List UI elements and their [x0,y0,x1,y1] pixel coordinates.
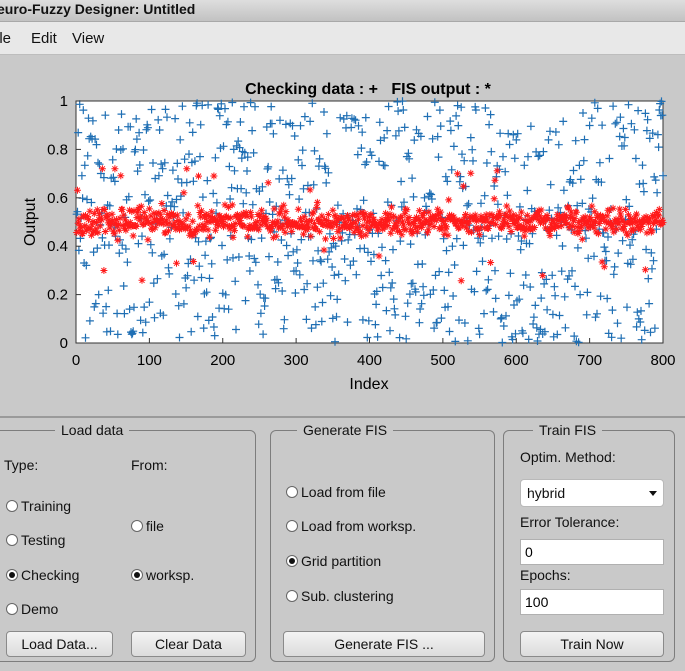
epochs-label: Epochs: [520,567,571,583]
radio-testing[interactable]: Testing [6,532,65,548]
chart-title: Checking data : + FIS output : * [245,81,492,98]
generate-fis-panel: Generate FIS Load from file Load from wo… [270,422,495,662]
menu-view[interactable]: View [72,30,104,47]
y-tick-label: 0.4 [47,238,68,255]
generate-fis-title: Generate FIS [297,422,394,438]
load-data-button[interactable]: Load Data... [6,631,113,657]
radio-checking-indicator [6,569,18,581]
train-fis-title: Train FIS [533,422,603,438]
train-fis-panel: Train FIS Optim. Method: hybrid Error To… [503,422,675,662]
y-tick-label: 1 [60,93,68,110]
optim-method-select[interactable]: hybrid [520,479,664,507]
radio-grid-partition[interactable]: Grid partition [286,553,381,569]
radio-load-from-workspace-label: Load from worksp. [301,518,417,534]
load-data-panel: Load data Type: From: Training Testing C… [0,422,256,662]
x-tick-label: 200 [210,352,235,369]
radio-checking[interactable]: Checking [6,567,79,583]
chevron-down-icon [649,491,657,496]
x-tick-label: 800 [650,352,675,369]
x-tick-label: 100 [137,352,162,369]
radio-training[interactable]: Training [6,498,71,514]
divider [0,416,685,418]
x-tick-label: 500 [430,352,455,369]
menu-bar: ile Edit View [0,22,685,55]
radio-checking-label: Checking [21,567,80,583]
radio-sub-clustering-indicator [286,590,298,602]
x-axis-label: Index [349,376,388,393]
radio-training-indicator [6,500,18,512]
x-tick-label: 700 [577,352,602,369]
radio-load-from-workspace[interactable]: Load from worksp. [286,518,416,534]
radio-testing-label: Testing [21,532,66,548]
y-tick-label: 0.6 [47,190,68,207]
generate-fis-button[interactable]: Generate FIS ... [283,631,485,657]
window-title: euro-Fuzzy Designer: Untitled [0,1,196,17]
load-data-title: Load data [55,422,130,438]
radio-demo-label: Demo [21,601,59,617]
radio-file-indicator [131,520,143,532]
radio-load-from-file[interactable]: Load from file [286,484,386,500]
error-tolerance-field[interactable] [520,539,664,565]
menu-edit[interactable]: Edit [31,30,57,47]
radio-workspace-indicator [131,569,143,581]
window-titlebar: euro-Fuzzy Designer: Untitled [0,0,685,22]
radio-load-from-file-label: Load from file [301,484,386,500]
x-tick-label: 0 [72,352,80,369]
radio-testing-indicator [6,534,18,546]
epochs-field[interactable] [520,589,664,615]
radio-sub-clustering-label: Sub. clustering [301,588,394,604]
y-axis-label: Output [22,197,39,246]
x-tick-label: 600 [504,352,529,369]
from-label: From: [131,457,168,473]
radio-demo-indicator [6,603,18,615]
radio-load-from-file-indicator [286,486,298,498]
radio-grid-partition-indicator [286,555,298,567]
optim-method-value: hybrid [527,485,566,501]
radio-workspace-label: worksp. [146,567,195,583]
y-tick-label: 0.2 [47,287,68,304]
radio-grid-partition-label: Grid partition [301,553,382,569]
radio-file[interactable]: file [131,518,164,534]
y-tick-label: 0.8 [47,141,68,158]
type-label: Type: [4,457,39,473]
error-tolerance-label: Error Tolerance: [520,514,620,530]
optim-method-label: Optim. Method: [520,449,616,465]
menu-file[interactable]: ile [0,30,11,47]
radio-sub-clustering[interactable]: Sub. clustering [286,588,394,604]
radio-demo[interactable]: Demo [6,601,58,617]
scatter-chart: Checking data : + FIS output : * 0 100 200… [22,81,676,393]
radio-file-label: file [146,518,164,534]
clear-data-button[interactable]: Clear Data [131,631,246,657]
radio-training-label: Training [21,498,72,514]
plot-area: Checking data : + FIS output : * 0 100 200… [0,55,685,415]
radio-load-from-workspace-indicator [286,520,298,532]
y-tick-label: 0 [60,335,68,352]
x-tick-label: 300 [284,352,309,369]
radio-workspace[interactable]: worksp. [131,567,194,583]
train-now-button[interactable]: Train Now [520,631,664,657]
x-tick-label: 400 [357,352,382,369]
